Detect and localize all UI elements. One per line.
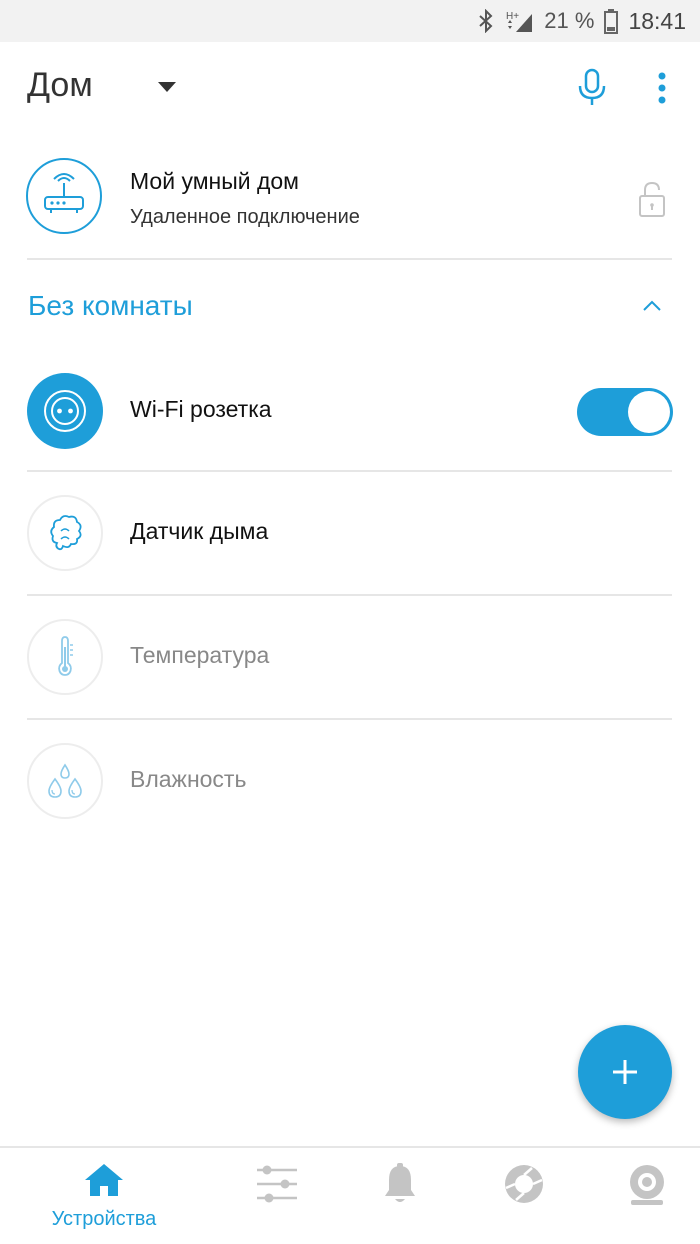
battery-percent: 21 % (544, 8, 595, 33)
home-icon (85, 1164, 123, 1196)
hub-row[interactable]: Мой умный дом Удаленное подключение (0, 150, 700, 260)
bottom-nav: Устройства (0, 1146, 700, 1244)
power-toggle[interactable] (577, 388, 673, 436)
router-icon (26, 158, 102, 234)
status-bar: H+ 21 % 18:41 (0, 0, 700, 42)
battery-icon (604, 8, 619, 34)
nav-label: Устройства (51, 1208, 157, 1230)
status-bar-right: H+ 21 % 18:41 (478, 0, 686, 42)
add-device-button[interactable] (578, 1025, 672, 1119)
svg-text:H+: H+ (506, 11, 519, 22)
toggle-knob (628, 391, 670, 433)
nav-item-cameras[interactable] (577, 1148, 700, 1244)
device-row-smoke-sensor[interactable]: Датчик дыма (0, 472, 700, 594)
sliders-icon (257, 1165, 297, 1203)
aperture-icon (505, 1165, 543, 1203)
bell-icon (385, 1163, 415, 1202)
divider (27, 258, 672, 260)
app-bar: Дом (0, 42, 700, 136)
home-title[interactable]: Дом (27, 66, 93, 105)
room-title: Без комнаты (28, 290, 193, 321)
bluetooth-icon (478, 9, 494, 33)
nav-item-notifications[interactable] (330, 1148, 470, 1244)
device-row-wifi-socket[interactable]: Wi-Fi розетка (0, 350, 700, 472)
microphone-icon[interactable] (574, 68, 610, 108)
device-row-humidity[interactable]: Влажность (0, 720, 700, 842)
device-label: Температура (130, 642, 270, 668)
network-hplus-icon: H+ (504, 8, 534, 34)
device-row-temperature[interactable]: Температура (0, 596, 700, 718)
lock-open-icon[interactable] (637, 180, 667, 218)
clock: 18:41 (628, 7, 686, 34)
thermometer-icon (27, 619, 103, 695)
smoke-icon (27, 495, 103, 571)
humidity-icon (27, 743, 103, 819)
plus-icon (613, 1060, 637, 1084)
dropdown-caret-icon[interactable] (158, 82, 176, 92)
room-header[interactable]: Без комнаты (0, 262, 700, 352)
nav-item-security[interactable] (454, 1148, 594, 1244)
chevron-up-icon[interactable] (640, 298, 664, 314)
device-label: Датчик дыма (130, 518, 269, 544)
hub-name: Мой умный дом (130, 168, 299, 194)
device-label: Влажность (130, 766, 247, 792)
nav-item-scenarios[interactable] (207, 1148, 347, 1244)
socket-icon (27, 373, 103, 449)
device-label: Wi-Fi розетка (130, 396, 272, 422)
camera-icon (630, 1165, 664, 1205)
nav-item-devices[interactable]: Устройства (34, 1148, 174, 1244)
hub-connection-status: Удаленное подключение (130, 206, 360, 228)
more-vert-icon[interactable] (650, 70, 674, 106)
